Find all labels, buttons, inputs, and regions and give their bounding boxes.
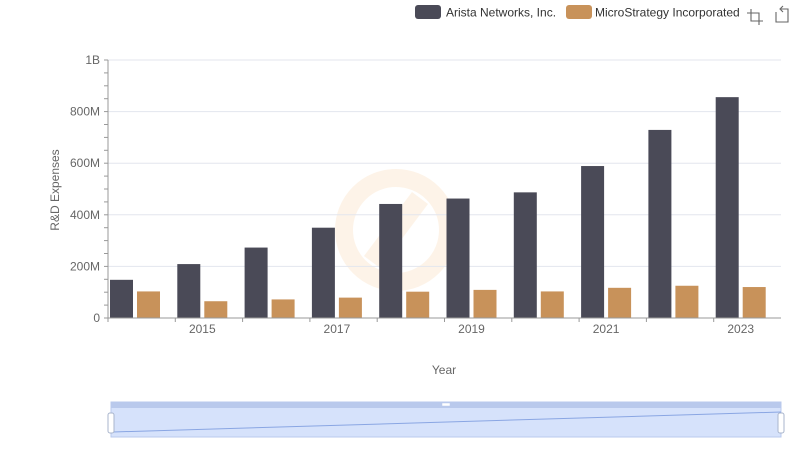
legend-item-arista[interactable]: Arista Networks, Inc. [415, 5, 556, 20]
legend: Arista Networks, Inc. MicroStrategy Inco… [415, 5, 740, 20]
chart-container: 0 200M 400M 600M 800M 1B 2015 2017 2019 2021 2023 … [0, 0, 800, 461]
y-tick-label: 0 [93, 311, 100, 325]
y-tick-label: 800M [70, 105, 100, 119]
bar-arista-2023 [715, 97, 739, 318]
x-tick-label: 2015 [189, 322, 216, 336]
legend-swatch-microstrategy [566, 5, 592, 19]
bar-arista-2018 [379, 203, 403, 318]
x-tick-label: 2019 [458, 322, 485, 336]
slider-handle-right[interactable] [777, 412, 785, 434]
x-tick-label: 2023 [727, 322, 754, 336]
bar-arista-2017 [311, 227, 335, 318]
data-zoom-slider[interactable] [107, 401, 785, 438]
legend-swatch-arista [415, 5, 441, 19]
bar-arista-2019 [446, 198, 470, 318]
bar-microstrategy-2014 [137, 291, 160, 318]
bar-microstrategy-2016 [271, 299, 295, 318]
y-tick-label: 200M [70, 259, 100, 273]
bar-arista-2016 [244, 247, 268, 318]
bar-arista-2022 [648, 129, 672, 318]
x-tick-label: 2017 [324, 322, 351, 336]
bar-arista-2021 [581, 166, 605, 318]
chart-svg: 0200M400M600M800M1B2015 2017 2019 2021 2023 … [48, 5, 789, 438]
slider-drag-grip[interactable] [441, 402, 451, 407]
bar-microstrategy-2019 [473, 289, 497, 318]
bar-microstrategy-2021 [608, 287, 632, 318]
y-axis-title: R&D Expenses [48, 149, 62, 230]
y-tick-label: 1B [85, 53, 100, 67]
legend-label-arista: Arista Networks, Inc. [446, 6, 556, 20]
bar-microstrategy-2020 [540, 291, 564, 318]
zoom-reset-icon[interactable] [775, 5, 789, 23]
bar-arista-2014 [110, 279, 133, 318]
bar-microstrategy-2018 [406, 291, 430, 318]
bar-microstrategy-2023 [742, 287, 766, 318]
zoom-select-icon[interactable] [747, 9, 763, 25]
x-axis-title: Year [432, 363, 456, 377]
legend-item-microstrategy[interactable]: MicroStrategy Incorporated [566, 5, 740, 20]
bar-microstrategy-2017 [338, 297, 362, 318]
bar-microstrategy-2015 [204, 301, 228, 318]
y-tick-label: 600M [70, 156, 100, 170]
x-tick-label: 2021 [593, 322, 620, 336]
bar-microstrategy-2022 [675, 285, 699, 318]
legend-label-microstrategy: MicroStrategy Incorporated [595, 6, 740, 20]
bar-arista-2020 [513, 192, 537, 318]
y-tick-label: 400M [70, 208, 100, 222]
slider-handle-left[interactable] [107, 412, 115, 434]
bar-arista-2015 [177, 264, 201, 318]
